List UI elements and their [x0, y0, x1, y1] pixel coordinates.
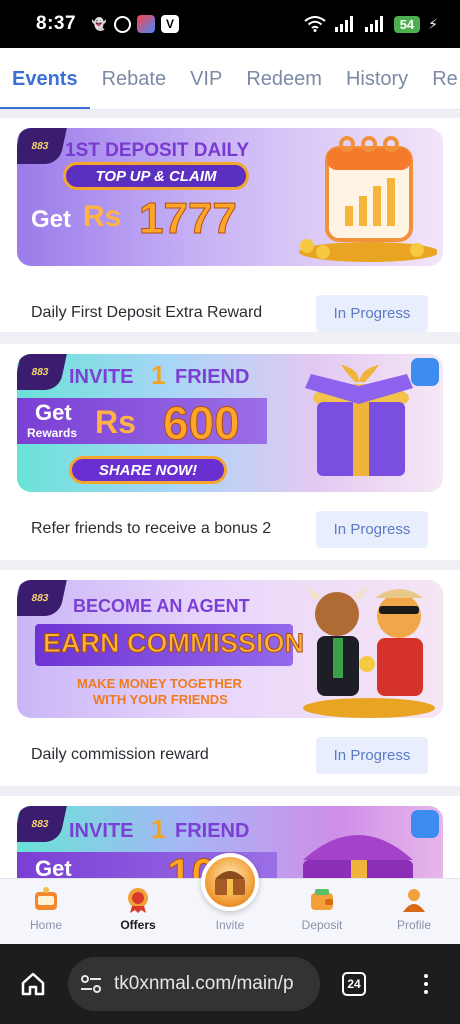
url-bar[interactable]: tk0xnmal.com/main/p [68, 957, 320, 1011]
wifi-icon [304, 16, 326, 32]
home-icon[interactable] [20, 971, 46, 997]
banner-get-label: Get [35, 856, 72, 878]
charging-icon: ⚡ [428, 15, 438, 32]
bottom-nav: Home Offers Invite Deposit Profile [0, 853, 460, 944]
nav-deposit[interactable]: Deposit [276, 879, 368, 944]
home-slot-icon [35, 887, 57, 910]
event-title: Daily First Deposit Extra Reward [31, 304, 263, 321]
banner-headline-invite: INVITE [69, 820, 134, 842]
calendar-coins-illustration [299, 136, 437, 262]
category-tabs: Events Rebate VIP Redeem History Re [0, 48, 460, 110]
tab-history[interactable]: History [346, 48, 408, 109]
tab-vip[interactable]: VIP [190, 48, 222, 109]
nav-home-label: Home [29, 918, 62, 932]
event-banner-agent[interactable]: 883 BECOME AN AGENT EARN COMMISSION MAKE… [17, 580, 443, 718]
banner-headline-number: 1 [151, 360, 166, 390]
tab-rebate[interactable]: Rebate [102, 48, 167, 109]
battery-level: 54 [393, 15, 421, 33]
signal-icon-2 [364, 16, 383, 32]
nav-invite[interactable]: Invite [184, 853, 276, 944]
nav-offers[interactable]: Offers [92, 879, 184, 944]
banner-subline-2: WITH YOUR FRIENDS [93, 692, 228, 707]
in-progress-button[interactable]: In Progress [316, 294, 428, 332]
share-corner-icon[interactable] [411, 810, 439, 838]
invite-chest-icon [201, 853, 259, 911]
treasure-chest-illustration [303, 835, 413, 878]
url-text: tk0xnmal.com/main/p [114, 973, 294, 994]
more-menu-icon[interactable] [424, 974, 428, 994]
banner-pill: TOP UP & CLAIM [63, 162, 249, 190]
banner-headline-friend: FRIEND [175, 366, 250, 388]
share-now-button[interactable]: SHARE NOW! [69, 456, 227, 484]
nav-profile-label: Profile [396, 918, 431, 932]
wallet-icon [311, 889, 333, 910]
offers-badge-icon [128, 888, 148, 913]
event-title: Refer friends to receive a bonus 2 [31, 520, 272, 537]
profile-icon [403, 889, 425, 912]
nav-offers-label: Offers [120, 918, 156, 932]
browser-toolbar: tk0xnmal.com/main/p 24 [0, 944, 460, 1024]
banner-subline-1: MAKE MONEY TOGETHER [77, 676, 242, 691]
status-time: 8:37 [36, 13, 77, 34]
banner-headline: 1ST DEPOSIT DAILY [65, 140, 250, 161]
banner-rewards-label: Rewards [27, 426, 78, 440]
event-title: Daily commission reward [31, 746, 209, 763]
banner-currency: Rs [83, 200, 122, 233]
signal-icon [334, 16, 353, 32]
banner-headline-friend: FRIEND [175, 820, 250, 842]
event-row: Daily First Deposit Extra Reward In Prog… [0, 280, 460, 346]
banner-headline-invite: INVITE [69, 366, 134, 388]
share-corner-icon[interactable] [411, 358, 439, 386]
in-progress-button[interactable]: In Progress [316, 510, 428, 548]
event-card: 883 BECOME AN AGENT EARN COMMISSION MAKE… [0, 570, 460, 786]
in-progress-button[interactable]: In Progress [316, 736, 428, 774]
brand-badge: 883 [17, 580, 67, 616]
banner-amount: 600 [163, 397, 241, 450]
tab-switcher-button[interactable]: 24 [342, 972, 366, 996]
banner-headline: BECOME AN AGENT [73, 596, 250, 616]
v-app-icon: V [161, 15, 180, 33]
banner-get-label: Get [31, 206, 72, 233]
nav-deposit-label: Deposit [301, 918, 343, 932]
event-card: 883 INVITE 1 FRIEND Get Rewards Rs 600 S… [0, 344, 460, 560]
mascots-illustration [303, 586, 435, 718]
brand-badge: 883 [17, 806, 67, 842]
banner-earn-commission: EARN COMMISSION [42, 628, 305, 659]
snapchat-icon: 👻 [91, 17, 107, 31]
tab-redeem[interactable]: Redeem [246, 48, 322, 109]
site-settings-icon[interactable] [80, 974, 102, 994]
banner-currency: Rs [95, 404, 136, 440]
brand-badge: 883 [17, 354, 67, 390]
tab-events[interactable]: Events [0, 48, 90, 109]
brand-badge: 883 [17, 128, 67, 164]
banner-headline-number: 1 [151, 814, 166, 844]
nav-invite-label: Invite [215, 918, 245, 932]
event-banner-first-deposit[interactable]: 883 1ST DEPOSIT DAILY TOP UP & CLAIM Get… [17, 128, 443, 266]
app-icon [137, 15, 156, 33]
status-bar: 8:37 👻 V 54 ⚡ [0, 0, 460, 48]
nav-profile[interactable]: Profile [368, 879, 460, 944]
gift-box-illustration [305, 364, 413, 476]
event-row: Refer friends to receive a bonus 2 In Pr… [0, 496, 460, 562]
tab-re-partial[interactable]: Re [432, 48, 458, 109]
nav-home[interactable]: Home [0, 879, 92, 944]
banner-get-label: Get [35, 400, 72, 425]
event-card: 883 1ST DEPOSIT DAILY TOP UP & CLAIM Get… [0, 118, 460, 332]
whatsapp-icon [114, 15, 132, 33]
events-list: 883 1ST DEPOSIT DAILY TOP UP & CLAIM Get… [0, 110, 460, 878]
banner-amount: 1777 [139, 194, 238, 244]
event-row: Daily commission reward In Progress [0, 722, 460, 788]
event-banner-invite-friend[interactable]: 883 INVITE 1 FRIEND Get Rewards Rs 600 S… [17, 354, 443, 492]
